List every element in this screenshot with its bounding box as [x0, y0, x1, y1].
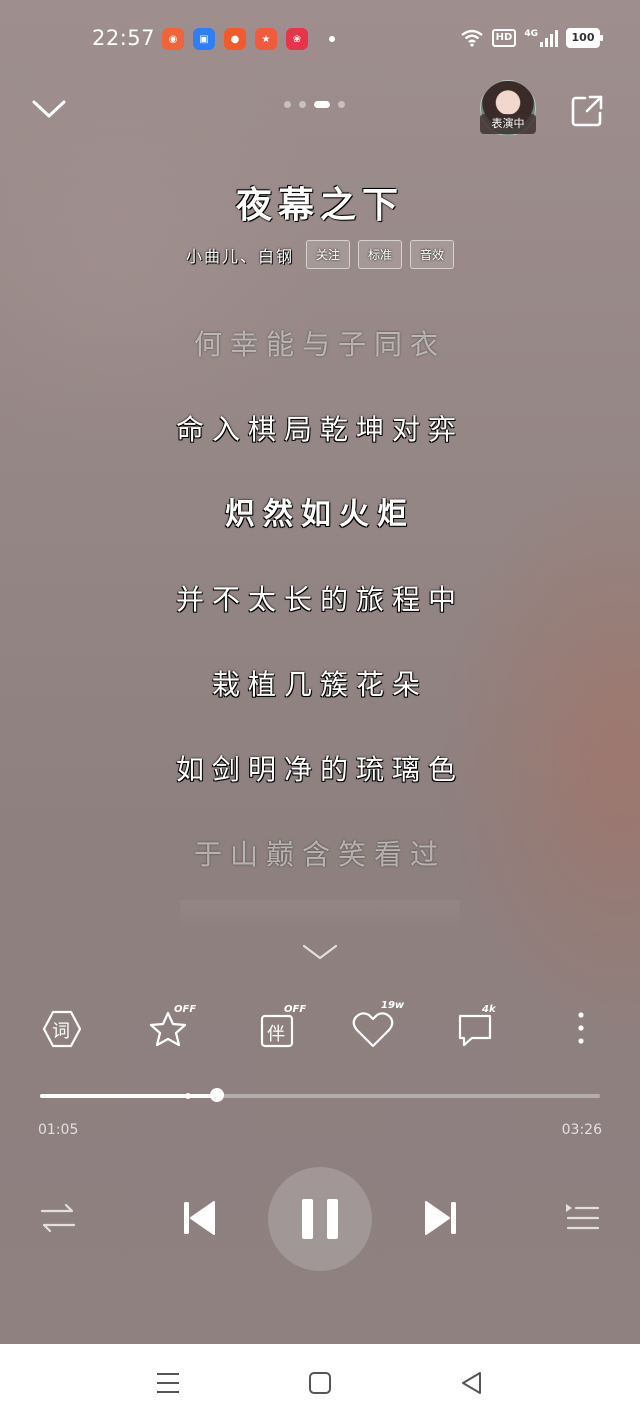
system-icons: HD 4G 100 [460, 28, 603, 48]
lyric-line-current[interactable]: 炽然如火炬 [0, 480, 640, 565]
network-type-label: 4G [524, 28, 538, 39]
more-options-button[interactable] [556, 1004, 606, 1054]
more-vertical-icon [578, 1012, 584, 1044]
status-time: 22:57 [92, 26, 156, 50]
follow-button[interactable]: 关注 [305, 240, 350, 269]
like-count: 19w [381, 1000, 405, 1011]
current-time: 01:05 [38, 1122, 79, 1138]
lyric-fade [180, 900, 460, 930]
next-track-button[interactable] [420, 1198, 460, 1238]
status-bar: 22:57 ◉ ▣ ● ★ ❀ HD 4G 100 [0, 22, 640, 58]
lyrics-toggle-label: 词 [52, 1021, 70, 1042]
action-row: 词 OFF 伴 OFF 19w 4k [0, 1000, 640, 1054]
loop-order-icon [40, 1203, 76, 1233]
hd-badge: HD [491, 29, 517, 47]
skip-previous-icon [184, 1201, 215, 1235]
system-nav-bar [0, 1344, 640, 1422]
signal-icon: 4G [524, 28, 558, 47]
lyric-line[interactable]: 何幸能与子同衣 [0, 310, 640, 395]
page-dot[interactable] [338, 101, 345, 108]
heart-icon [352, 1012, 394, 1048]
lyric-line[interactable]: 并不太长的旅程中 [0, 565, 640, 650]
like-button[interactable]: 19w [345, 1000, 404, 1054]
app-icon-4: ★ [255, 28, 277, 50]
artist-names[interactable]: 小曲儿、白钢 [186, 243, 294, 267]
star-icon [149, 1011, 187, 1047]
notification-icons: ◉ ▣ ● ★ ❀ [162, 28, 335, 50]
playlist-icon [566, 1204, 600, 1230]
progress-thumb[interactable] [209, 1088, 224, 1102]
artist-row: 小曲儿、白钢 关注 标准 音效 [0, 240, 640, 269]
comment-icon [458, 1014, 492, 1047]
play-mode-button[interactable] [38, 1200, 78, 1236]
skip-next-icon [425, 1201, 456, 1235]
back-button[interactable] [458, 1370, 488, 1396]
chevron-down-icon [302, 944, 338, 960]
comment-button[interactable]: 4k [450, 1004, 500, 1054]
progress-slider[interactable] [40, 1088, 600, 1102]
pause-icon [302, 1199, 338, 1239]
app-icon-1: ◉ [162, 28, 184, 50]
lyric-line[interactable]: 于山巅含笑看过 [0, 820, 640, 905]
menu-icon [157, 1373, 179, 1393]
share-icon [571, 95, 603, 127]
battery-indicator: 100 [566, 28, 603, 48]
page-indicator[interactable] [284, 101, 345, 108]
lyric-line[interactable]: 如剑明净的琉璃色 [0, 735, 640, 820]
lyrics-panel[interactable]: 何幸能与子同衣 命入棋局乾坤对弈 炽然如火炬 并不太长的旅程中 栽植几簇花朵 如… [0, 310, 640, 905]
favorite-star-button[interactable]: OFF [142, 1004, 196, 1054]
comment-count: 4k [482, 1004, 496, 1015]
chevron-down-icon [32, 100, 66, 118]
more-notifications-dot [329, 36, 335, 42]
recents-button[interactable] [154, 1370, 184, 1396]
buffer-marker [184, 1093, 191, 1099]
accompany-badge: OFF [284, 1004, 307, 1015]
home-button[interactable] [306, 1370, 336, 1396]
star-badge: OFF [174, 1004, 197, 1015]
sound-effect-button[interactable]: 音效 [410, 240, 455, 269]
triangle-back-icon [462, 1372, 481, 1394]
quality-button[interactable]: 标准 [358, 240, 403, 269]
total-time: 03:26 [561, 1122, 602, 1138]
performer-avatar-button[interactable]: 表演中 [480, 80, 536, 136]
lyric-line[interactable]: 命入棋局乾坤对弈 [0, 395, 640, 480]
performing-tag: 表演中 [480, 114, 536, 134]
wifi-icon [460, 29, 483, 47]
page-dot-active[interactable] [314, 101, 330, 108]
page-dot[interactable] [299, 101, 306, 108]
song-title: 夜幕之下 [235, 184, 404, 226]
playlist-button[interactable] [564, 1200, 600, 1236]
accompany-button[interactable]: 伴 OFF [252, 1004, 306, 1054]
app-icon-2: ▣ [193, 28, 215, 50]
pause-button[interactable] [268, 1167, 372, 1271]
square-icon [309, 1372, 331, 1394]
expand-lyrics-button[interactable] [300, 940, 340, 964]
page-dot[interactable] [284, 101, 291, 108]
share-button[interactable] [570, 94, 604, 128]
previous-track-button[interactable] [180, 1198, 220, 1238]
app-icon-3: ● [224, 28, 246, 50]
collapse-button[interactable] [30, 92, 68, 126]
app-icon-5: ❀ [286, 28, 308, 50]
lyric-line[interactable]: 栽植几簇花朵 [0, 650, 640, 735]
accompany-label: 伴 [267, 1024, 285, 1045]
lyrics-toggle-button[interactable]: 词 [36, 1004, 86, 1054]
